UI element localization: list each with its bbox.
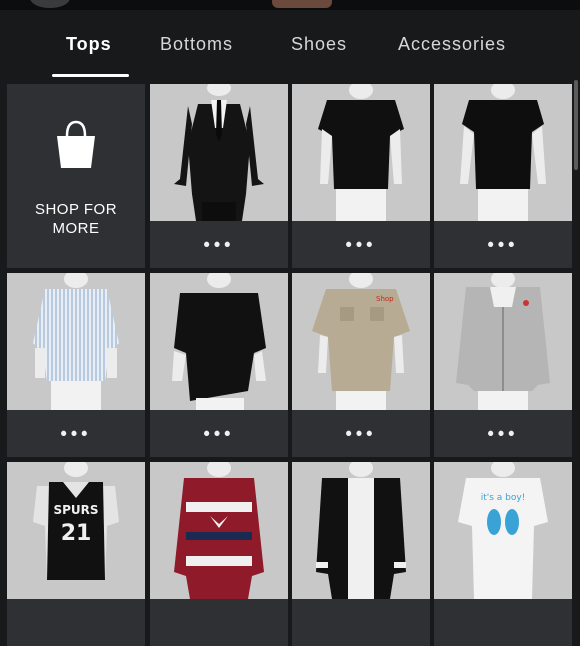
tab-tops[interactable]: Tops: [66, 34, 112, 55]
tab-bottoms[interactable]: Bottoms: [160, 34, 233, 55]
avatar[interactable]: [272, 0, 332, 8]
item-image-striped-shirt[interactable]: [7, 273, 145, 410]
more-options-icon: •••: [203, 234, 235, 254]
category-tabs: Tops Bottoms Shoes Accessories: [0, 10, 580, 80]
item-image-footprints-tee[interactable]: it's a boy!: [434, 462, 572, 599]
item-card[interactable]: [150, 462, 288, 646]
more-options-icon: •••: [487, 234, 519, 254]
scrollbar[interactable]: [574, 80, 578, 170]
shop-label-line1: SHOP FOR: [34, 201, 118, 218]
svg-text:Shop: Shop: [376, 295, 394, 303]
item-menu-button[interactable]: •••: [150, 221, 288, 268]
item-image-tan-shirt[interactable]: Shop: [292, 273, 430, 410]
item-card[interactable]: it's a boy!: [434, 462, 572, 646]
tab-accessories[interactable]: Accessories: [398, 34, 506, 55]
more-options-icon: •••: [345, 423, 377, 443]
more-options-icon: •••: [203, 423, 235, 443]
item-card[interactable]: •••: [150, 84, 288, 268]
item-image-black-sweater[interactable]: [150, 273, 288, 410]
item-menu-button[interactable]: •••: [434, 221, 572, 268]
item-card[interactable]: Shop •••: [292, 273, 430, 457]
item-image-spurs-jersey[interactable]: SPURS 21: [7, 462, 145, 599]
item-image-christmas-sweater[interactable]: [150, 462, 288, 599]
item-menu-button[interactable]: •••: [7, 410, 145, 457]
item-menu-button[interactable]: •••: [292, 221, 430, 268]
jersey-text: SPURS: [53, 503, 98, 517]
item-menu-button[interactable]: •••: [292, 410, 430, 457]
more-options-icon: •••: [487, 423, 519, 443]
shop-for-more-tile[interactable]: SHOP FOR MORE: [7, 84, 145, 268]
top-bar: [0, 0, 580, 10]
item-card[interactable]: •••: [434, 84, 572, 268]
item-image-black-tshirt[interactable]: [292, 84, 430, 221]
item-card[interactable]: •••: [292, 84, 430, 268]
more-options-icon: •••: [345, 234, 377, 254]
item-image-varsity-jacket[interactable]: [292, 462, 430, 599]
item-menu-button[interactable]: •••: [150, 410, 288, 457]
item-card[interactable]: •••: [434, 273, 572, 457]
active-tab-indicator: [52, 74, 129, 77]
jersey-number: 21: [61, 521, 92, 546]
item-card[interactable]: •••: [150, 273, 288, 457]
item-image-black-suit[interactable]: [150, 84, 288, 221]
item-menu-button[interactable]: •••: [434, 410, 572, 457]
item-image-black-tshirt-2[interactable]: [434, 84, 572, 221]
more-options-icon: •••: [60, 423, 92, 443]
tee-text: it's a boy!: [481, 493, 526, 503]
shop-label-line2: MORE: [52, 220, 100, 237]
tab-shoes[interactable]: Shoes: [291, 34, 347, 55]
item-card[interactable]: SPURS 21: [7, 462, 145, 646]
shopping-bag-icon: [57, 120, 95, 168]
item-image-grey-hoodie[interactable]: [434, 273, 572, 410]
item-card[interactable]: [292, 462, 430, 646]
item-card[interactable]: •••: [7, 273, 145, 457]
back-button[interactable]: [30, 0, 70, 8]
